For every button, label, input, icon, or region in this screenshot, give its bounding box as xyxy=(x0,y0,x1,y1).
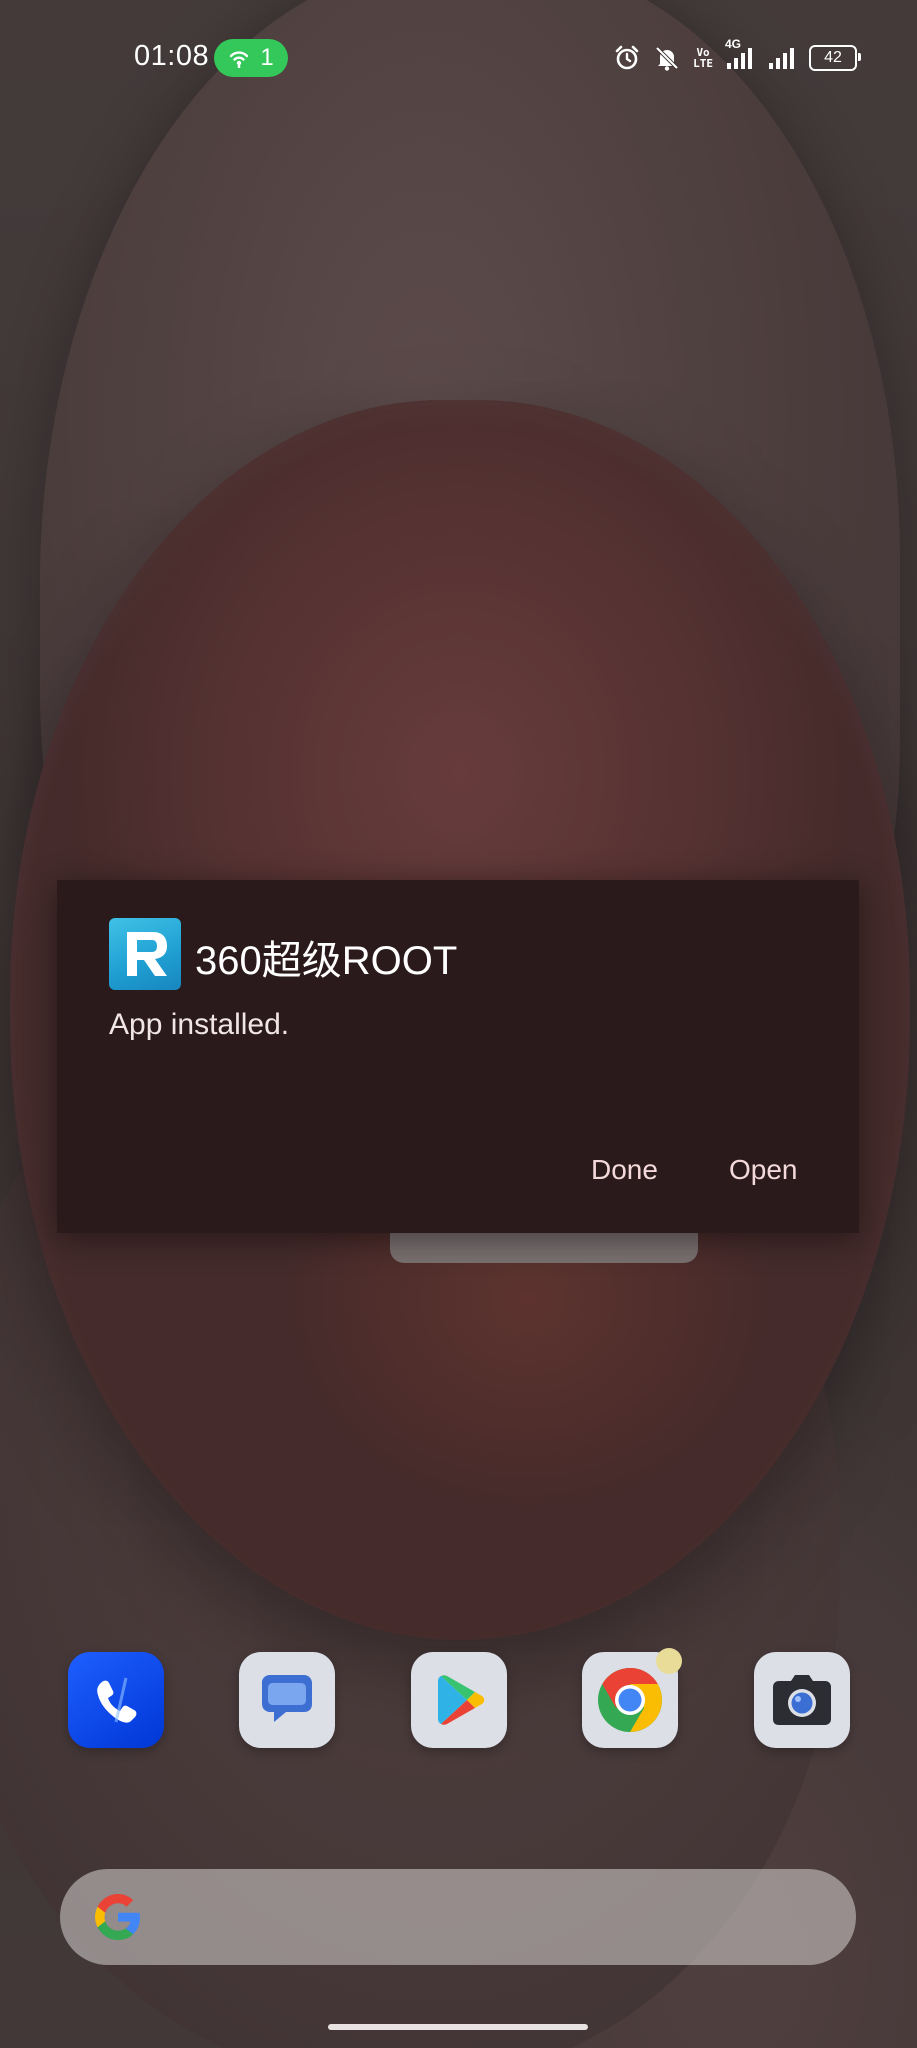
app-icon xyxy=(109,918,181,990)
messages-icon xyxy=(262,1675,312,1722)
google-search-bar[interactable] xyxy=(60,1869,856,1965)
phone-app[interactable] xyxy=(68,1652,164,1748)
install-dialog: 360超级ROOT App installed. Done Open xyxy=(57,880,859,1233)
hotspot-indicator[interactable]: 1 xyxy=(214,39,288,77)
alarm-icon xyxy=(615,45,639,70)
play-store-app[interactable] xyxy=(411,1652,507,1748)
status-time: 01:08 xyxy=(134,40,210,72)
phone-icon xyxy=(97,1677,137,1723)
camera-icon xyxy=(773,1675,831,1725)
home-indicator[interactable] xyxy=(328,2024,588,2030)
hotspot-count: 1 xyxy=(260,44,274,71)
status-icons: Vo LTE 4G 42 xyxy=(613,37,861,76)
notification-dot xyxy=(656,1648,682,1674)
chrome-icon xyxy=(598,1668,662,1732)
open-button[interactable]: Open xyxy=(721,1148,806,1192)
signal-4g-icon: 4G xyxy=(725,37,755,71)
camera-app[interactable] xyxy=(754,1652,850,1748)
volte-icon: Vo LTE xyxy=(693,47,713,69)
play-store-icon xyxy=(438,1675,485,1725)
volte-mid: LTE xyxy=(693,57,713,70)
battery-level: 42 xyxy=(824,49,842,66)
network-label: 4G xyxy=(725,37,742,51)
battery-icon: 42 xyxy=(809,45,861,71)
done-button[interactable]: Done xyxy=(583,1148,666,1192)
hotspot-icon xyxy=(230,51,249,68)
signal-icon xyxy=(769,48,794,69)
app-name: 360超级ROOT xyxy=(195,939,458,983)
status-bar: 01:08 1 Vo LTE 4G 42 xyxy=(0,0,917,116)
home-screen: 01:08 1 Vo LTE 4G 42 360超级ROOT App insta… xyxy=(0,0,917,2048)
google-g-icon xyxy=(95,1894,140,1940)
bell-off-icon xyxy=(655,46,679,71)
messages-app[interactable] xyxy=(239,1652,335,1748)
dialog-message: App installed. xyxy=(109,1008,290,1041)
